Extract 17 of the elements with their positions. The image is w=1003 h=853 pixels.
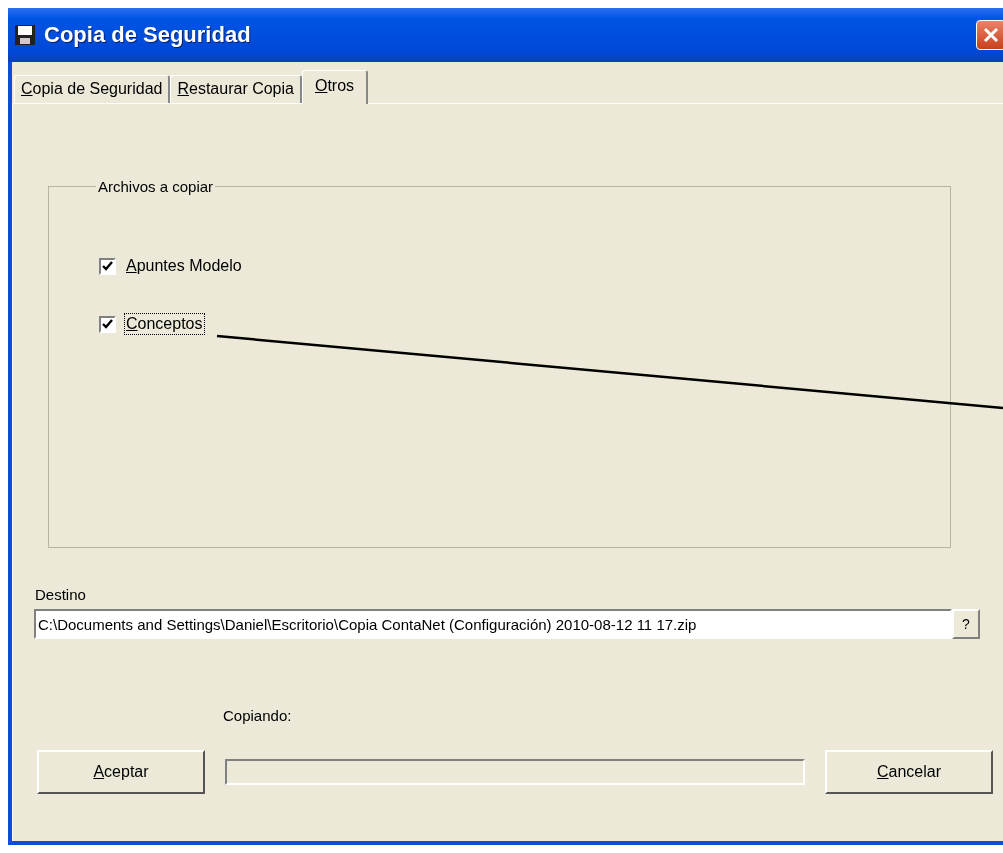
- close-button[interactable]: [976, 20, 1003, 50]
- tab[interactable]: Restaurar Copia: [170, 75, 302, 103]
- checkbox-label[interactable]: Conceptos: [124, 313, 205, 335]
- path-input-field[interactable]: C:\Documents and Settings\Daniel\Escritorio\Copia ContaNet (Configuración) 2010-08-12 11 17.zip: [34, 609, 952, 639]
- tab[interactable]: Copia de Seguridad: [14, 75, 171, 103]
- checkbox[interactable]: [99, 315, 116, 333]
- window-title: Copia de Seguridad: [44, 22, 251, 48]
- close-icon: [982, 26, 1000, 44]
- cancel-button[interactable]: Cancelar: [825, 750, 993, 794]
- tab[interactable]: Otros: [301, 70, 369, 104]
- progress-label: Copiando:: [223, 707, 293, 724]
- field-label: Destino: [35, 586, 87, 603]
- group-title: Archivos a copiar: [97, 178, 215, 195]
- browse-button[interactable]: ?: [952, 609, 980, 639]
- accept-button[interactable]: Aceptar: [37, 750, 205, 794]
- checkbox[interactable]: [99, 257, 116, 275]
- checkbox-label[interactable]: Apuntes Modelo: [124, 255, 244, 277]
